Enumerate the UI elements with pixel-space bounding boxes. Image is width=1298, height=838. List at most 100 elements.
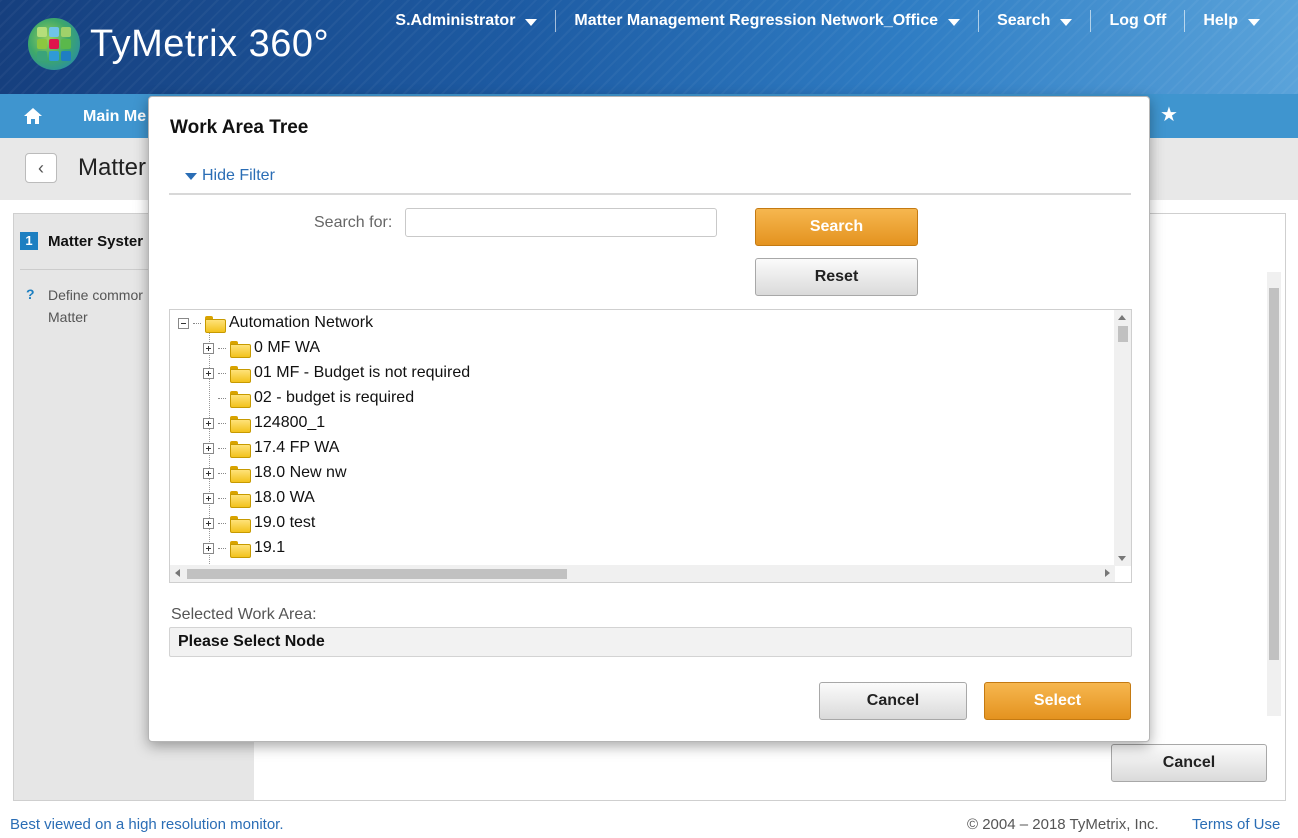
logo[interactable]: TyMetrix 360° [28, 18, 329, 70]
tree-node-label[interactable]: 19.1 [254, 539, 285, 557]
caret-down-icon [1248, 19, 1260, 26]
step-number: 1 [20, 232, 38, 250]
search-label: Search for: [314, 214, 393, 231]
folder-icon [230, 515, 251, 533]
tree-node-label[interactable]: 18.0 WA [254, 489, 315, 507]
selected-work-area-value: Please Select Node [169, 627, 1132, 657]
expand-icon[interactable] [203, 492, 214, 504]
tree-node-label[interactable]: 01 MF - Budget is not required [254, 364, 470, 382]
folder-icon [230, 465, 251, 483]
caret-down-icon [948, 19, 961, 26]
tree-node[interactable]: 18.0 WA [203, 487, 315, 509]
expand-icon[interactable] [203, 517, 214, 529]
app-header: TyMetrix 360° S.Administrator Matter Man… [0, 0, 1298, 94]
divider [169, 193, 1131, 195]
expand-icon[interactable] [203, 367, 214, 379]
scroll-left-icon[interactable] [175, 569, 180, 577]
tree-viewport: Automation Network 0 MF WA 01 MF - Budge… [170, 310, 1115, 566]
expand-icon[interactable] [203, 342, 214, 354]
wizard-step[interactable]: 1 Matter Syster [20, 232, 143, 250]
back-button[interactable]: ‹ [25, 153, 57, 183]
network-menu[interactable]: Matter Management Regression Network_Off… [555, 10, 978, 32]
tree-horizontal-scrollbar[interactable] [170, 565, 1115, 582]
caret-down-icon [525, 19, 538, 26]
tree-connector [218, 447, 226, 449]
step-label: Matter Syster [48, 232, 144, 250]
dialog-title: Work Area Tree [170, 117, 309, 138]
scroll-right-icon[interactable] [1105, 569, 1110, 577]
content-scrollbar[interactable] [1267, 272, 1281, 716]
star-icon[interactable]: ★ [1160, 102, 1178, 127]
select-button[interactable]: Select [984, 682, 1131, 720]
user-menu[interactable]: S.Administrator [377, 10, 555, 32]
tree-node[interactable]: 17.4 FP WA [203, 437, 339, 459]
tree-node-label[interactable]: 18.0 New nw [254, 464, 347, 482]
cancel-button[interactable]: Cancel [819, 682, 967, 720]
expand-icon[interactable] [203, 417, 214, 429]
folder-icon [230, 365, 251, 383]
scroll-up-icon[interactable] [1118, 315, 1126, 320]
top-nav: S.Administrator Matter Management Regres… [377, 10, 1278, 32]
help-menu[interactable]: Help [1184, 10, 1278, 32]
scrollbar-thumb[interactable] [1118, 326, 1128, 342]
folder-icon [205, 315, 226, 333]
terms-link[interactable]: Terms of Use [1192, 816, 1280, 833]
tree-node-root[interactable]: Automation Network [178, 312, 373, 334]
scrollbar-thumb[interactable] [1269, 288, 1279, 660]
main-menu-tab[interactable]: Main Me [83, 108, 146, 126]
tree-node[interactable]: 01 MF - Budget is not required [203, 362, 470, 384]
reset-button[interactable]: Reset [755, 258, 918, 296]
user-menu-label: S.Administrator [395, 12, 516, 29]
work-area-tree-dialog: Work Area Tree Hide Filter Search for: S… [148, 96, 1150, 742]
expand-icon[interactable] [203, 442, 214, 454]
logoff-link[interactable]: Log Off [1090, 10, 1184, 32]
tree-vertical-scrollbar[interactable] [1114, 310, 1131, 566]
tree-node-label[interactable]: 02 - budget is required [254, 389, 414, 407]
tree-node-label[interactable]: 17.4 FP WA [254, 439, 339, 457]
help-menu-label: Help [1203, 12, 1238, 29]
tree-node-label[interactable]: 19.0 test [254, 514, 315, 532]
tree-node[interactable]: 0 MF WA [203, 337, 320, 359]
search-button[interactable]: Search [755, 208, 918, 246]
search-menu-label: Search [997, 12, 1051, 29]
folder-icon [230, 415, 251, 433]
tree-node[interactable]: 19.1 [203, 537, 285, 559]
folder-icon [230, 340, 251, 358]
folder-icon [230, 540, 251, 558]
folder-icon [230, 440, 251, 458]
search-input[interactable] [405, 208, 717, 237]
hide-filter-label: Hide Filter [202, 167, 275, 184]
help-icon: ? [26, 286, 35, 302]
network-menu-label: Matter Management Regression Network_Off… [574, 12, 939, 29]
logo-text: TyMetrix 360° [90, 22, 330, 65]
tree-node[interactable]: 02 - budget is required [203, 387, 414, 409]
help-text: Define commor Matter [48, 287, 143, 325]
selected-work-area-label: Selected Work Area: [171, 606, 317, 623]
collapse-icon[interactable] [178, 317, 189, 329]
caret-down-icon [1060, 19, 1073, 26]
page-cancel-button[interactable]: Cancel [1111, 744, 1267, 782]
search-menu[interactable]: Search [978, 10, 1090, 32]
tree-connector [218, 547, 226, 549]
chevron-left-icon: ‹ [38, 158, 44, 178]
folder-icon [230, 390, 251, 408]
work-area-tree: Automation Network 0 MF WA 01 MF - Budge… [169, 309, 1132, 583]
tree-node[interactable]: 18.0 New nw [203, 462, 347, 484]
hide-filter-toggle[interactable]: Hide Filter [185, 167, 275, 185]
copyright: © 2004 – 2018 TyMetrix, Inc. [967, 816, 1159, 833]
page-title: Matter [78, 154, 147, 181]
expand-icon[interactable] [203, 542, 214, 554]
logoff-label: Log Off [1109, 12, 1167, 29]
tree-connector [218, 347, 226, 349]
tree-node-label[interactable]: Automation Network [229, 314, 373, 332]
tree-node[interactable]: 19.0 test [203, 512, 315, 534]
resolution-note: Best viewed on a high resolution monitor… [10, 816, 284, 833]
home-icon[interactable] [22, 106, 44, 126]
scrollbar-thumb[interactable] [187, 569, 567, 579]
tree-node-label[interactable]: 0 MF WA [254, 339, 320, 357]
tree-connector [218, 497, 226, 499]
scroll-down-icon[interactable] [1118, 556, 1126, 561]
tree-node-label[interactable]: 124800_1 [254, 414, 325, 432]
expand-icon[interactable] [203, 467, 214, 479]
tree-node[interactable]: 124800_1 [203, 412, 325, 434]
